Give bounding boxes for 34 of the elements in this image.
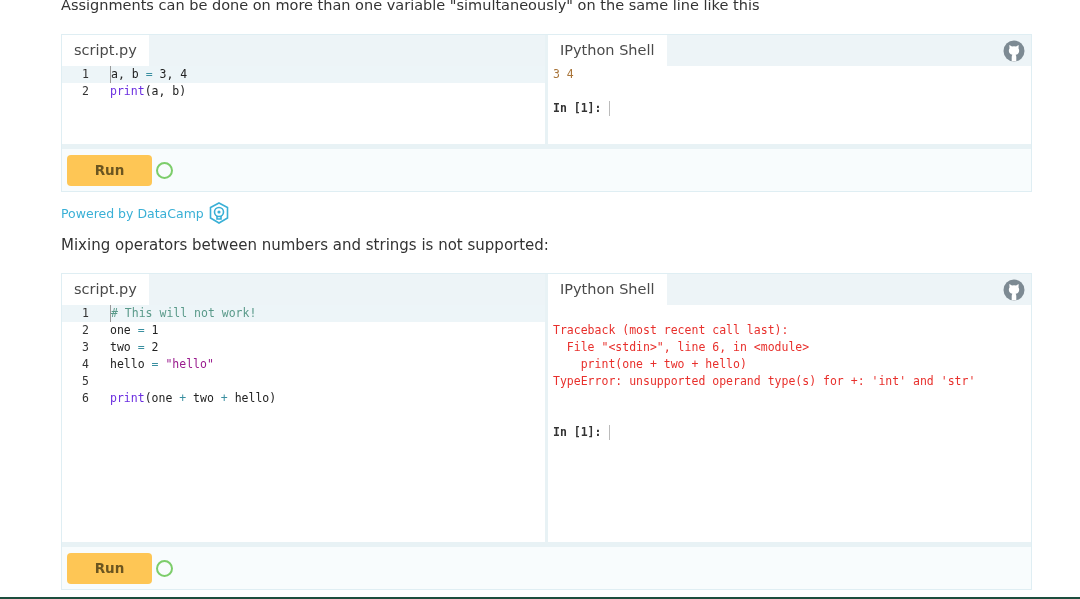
paragraph-text: Mixing operators between numbers and strings is not supported: [61,236,550,254]
line-number: 6 [81,390,90,407]
code-line: two = 2 [110,339,159,356]
shell-prompt: In [1]: [553,100,602,117]
error-line: TypeError: unsupported operand type(s) for +: 'int' and 'str' [553,373,977,390]
error-line: Traceback (most recent call last): [553,322,790,339]
code-line: a, b = 3, 4 [110,66,188,83]
cat-silhouette-icon [1003,278,1025,301]
output-line: 3 4 [553,66,575,83]
status-circle-icon [156,161,173,179]
line-number: 2 [81,83,90,100]
editor-tab[interactable]: script.py [62,274,149,305]
text-cursor [609,101,611,116]
line-number: 3 [81,339,90,356]
code-line: hello = "hello" [110,356,214,373]
line-number: 5 [81,373,90,390]
code-line: one = 1 [110,322,159,339]
shell-tab[interactable]: IPython Shell [548,274,667,305]
run-button[interactable]: Run [67,552,152,584]
text-cursor [609,425,611,440]
line-number: 2 [81,322,90,339]
shell-tab[interactable]: IPython Shell [548,35,667,66]
code-line: # This will not work! [110,305,257,322]
code-line: print(one + two + hello) [110,390,277,407]
run-button[interactable]: Run [67,154,152,186]
status-circle-icon [156,559,173,577]
shell-prompt: In [1]: [553,424,602,441]
error-line: File "<stdin>", line 6, in <module> [565,339,811,356]
line-number: 4 [81,356,90,373]
cat-silhouette-icon [1003,39,1025,62]
editor-tab[interactable]: script.py [62,35,149,66]
error-line: print(one + two + hello) [579,356,748,373]
hexagon-logo-icon [208,202,229,224]
code-line: print(a, b) [110,83,187,100]
